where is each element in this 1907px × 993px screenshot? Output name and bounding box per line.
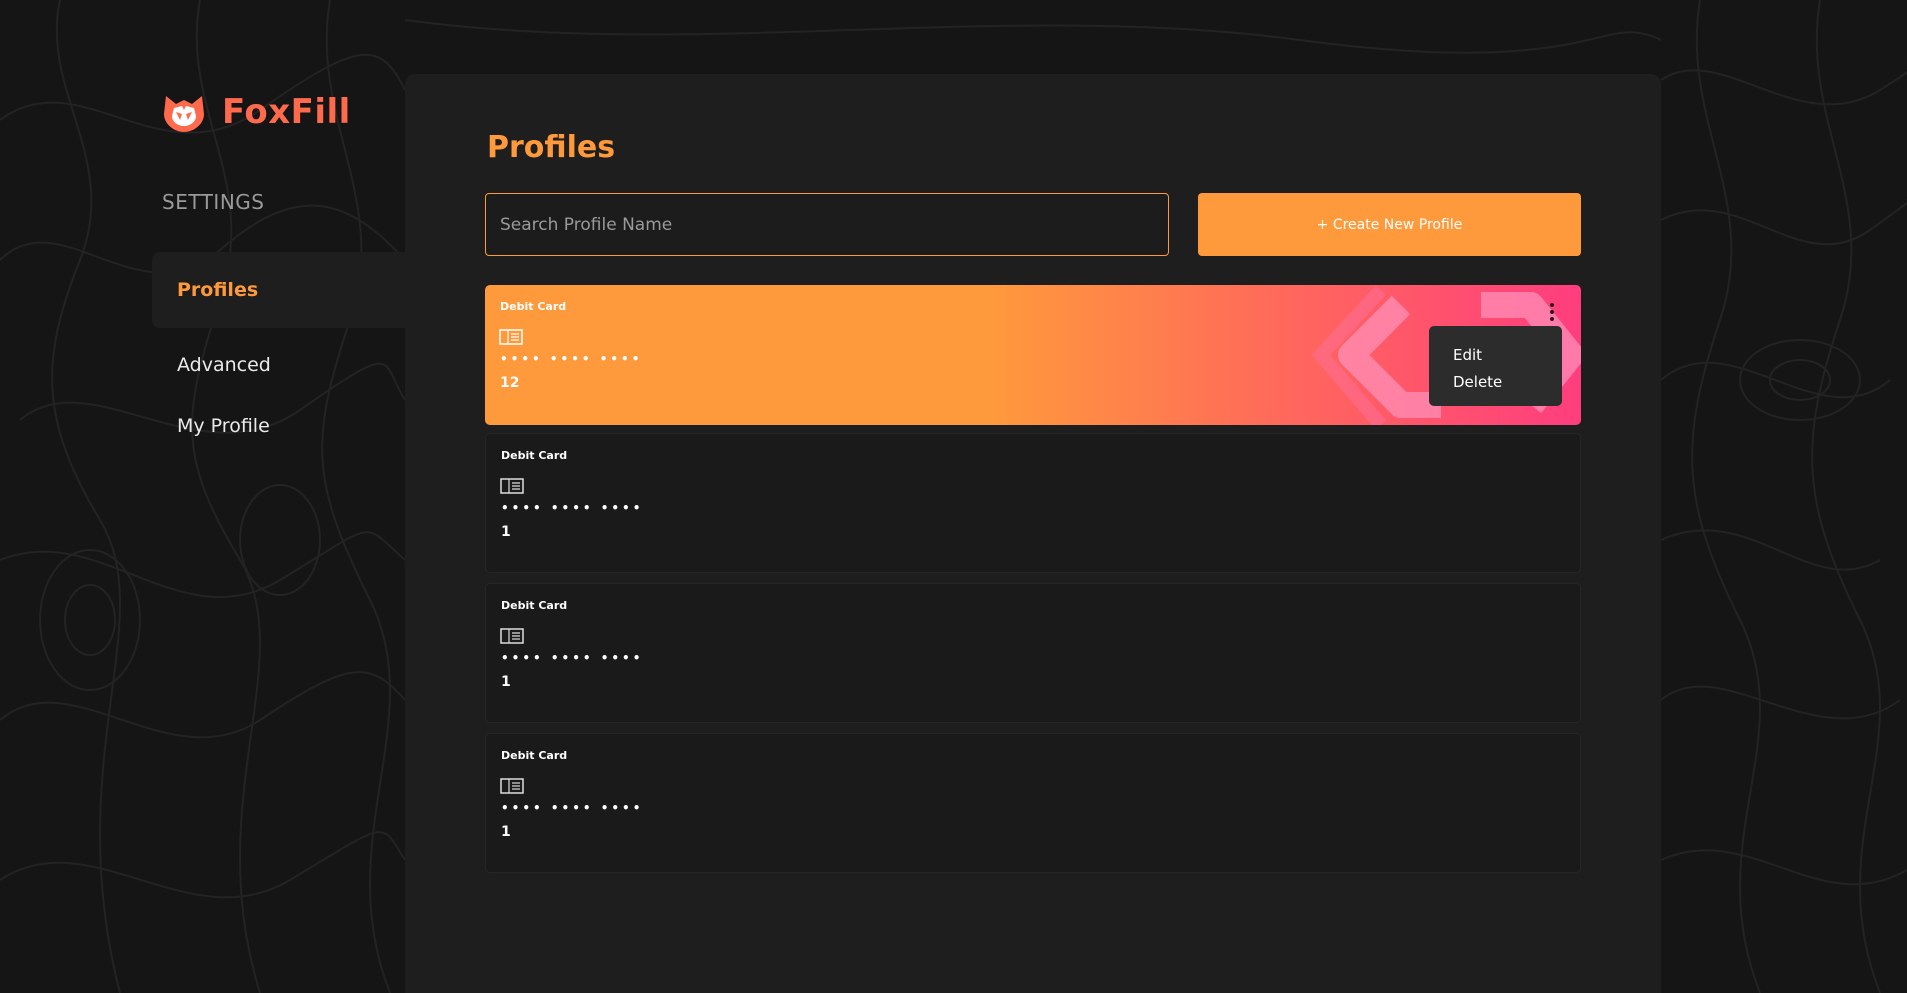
fox-logo-icon [164, 96, 204, 132]
card-count: 1 [501, 524, 511, 540]
main-panel: Profiles + Create New Profile Debit Card… [405, 74, 1661, 993]
card-icon [500, 778, 524, 794]
edit-menu-item[interactable]: Edit [1429, 342, 1562, 369]
profile-card[interactable]: Debit Card •••• •••• •••• 1 [485, 583, 1581, 723]
card-masked-number: •••• •••• •••• [500, 352, 643, 366]
page-title: Profiles [487, 130, 616, 165]
card-icon [500, 478, 524, 494]
profile-card[interactable]: Debit Card •••• •••• •••• 12 [485, 285, 1581, 425]
card-context-menu: Edit Delete [1429, 326, 1562, 406]
sidebar: FoxFill SETTINGS Profiles Advanced My Pr… [0, 0, 405, 993]
sidebar-item-profiles[interactable]: Profiles [152, 252, 405, 328]
card-masked-number: •••• •••• •••• [501, 501, 644, 515]
create-profile-button[interactable]: + Create New Profile [1198, 193, 1581, 256]
brand-name: FoxFill [222, 92, 351, 132]
delete-menu-item[interactable]: Delete [1429, 369, 1562, 396]
card-count: 1 [501, 824, 511, 840]
card-type-label: Debit Card [501, 599, 568, 612]
card-masked-number: •••• •••• •••• [501, 801, 644, 815]
card-masked-number: •••• •••• •••• [501, 651, 644, 665]
card-count: 1 [501, 674, 511, 690]
brand[interactable]: FoxFill [162, 90, 351, 134]
kebab-menu-icon[interactable] [1545, 301, 1559, 323]
settings-heading: SETTINGS [162, 190, 265, 214]
card-icon [500, 628, 524, 644]
card-count: 12 [500, 375, 520, 391]
card-type-label: Debit Card [501, 449, 568, 462]
profile-card[interactable]: Debit Card •••• •••• •••• 1 [485, 733, 1581, 873]
profile-card[interactable]: Debit Card •••• •••• •••• 1 [485, 433, 1581, 573]
card-icon [499, 329, 523, 345]
card-type-label: Debit Card [501, 749, 568, 762]
sidebar-item-my-profile[interactable]: My Profile [152, 388, 405, 464]
card-type-label: Debit Card [500, 300, 567, 313]
search-input[interactable] [485, 193, 1169, 256]
